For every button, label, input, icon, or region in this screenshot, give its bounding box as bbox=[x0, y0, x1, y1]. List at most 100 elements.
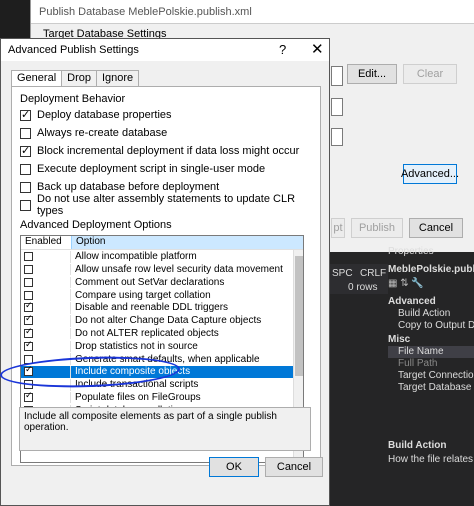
grid-row[interactable]: Populate files on FileGroups bbox=[21, 391, 303, 404]
grid-row[interactable]: Comment out SetVar declarations bbox=[21, 276, 303, 289]
property-row[interactable]: Full Path bbox=[388, 358, 474, 370]
checkbox[interactable] bbox=[24, 340, 33, 351]
property-row[interactable]: File Name bbox=[388, 346, 474, 358]
dialog-titlebar: Advanced Publish Settings ? ✕ bbox=[1, 39, 329, 61]
option-single-user-mode[interactable]: Execute deployment script in single-user… bbox=[20, 161, 265, 177]
property-row[interactable]: Advanced bbox=[388, 296, 474, 308]
tab-ignore[interactable]: Ignore bbox=[95, 70, 140, 86]
option-label: Block incremental deployment if data los… bbox=[37, 145, 300, 157]
cancel-publish-button[interactable]: Cancel bbox=[409, 218, 463, 238]
checkbox[interactable] bbox=[24, 354, 33, 364]
close-icon[interactable]: ✕ bbox=[311, 40, 324, 58]
option-label: Comment out SetVar declarations bbox=[75, 276, 225, 288]
checkbox[interactable] bbox=[24, 314, 33, 326]
grid-header: Enabled Option bbox=[21, 236, 303, 250]
option-deploy-db-properties[interactable]: Deploy database properties bbox=[20, 107, 172, 123]
help-icon[interactable]: ? bbox=[279, 42, 286, 57]
spc-indicator: SPC bbox=[332, 268, 353, 279]
checkbox[interactable] bbox=[24, 290, 33, 300]
visual-studio-background: Properties SPC CRLF 0 rows MeblePolskie.… bbox=[330, 246, 474, 506]
generate-script-button[interactable]: pt bbox=[331, 218, 345, 238]
property-row[interactable]: Target Database Na bbox=[388, 382, 474, 394]
deployment-behavior-label: Deployment Behavior bbox=[20, 93, 126, 105]
enabled-cell bbox=[21, 327, 71, 340]
checkbox[interactable] bbox=[24, 277, 33, 287]
option-label: Execute deployment script in single-user… bbox=[37, 163, 266, 175]
enabled-cell bbox=[21, 289, 71, 301]
edit-button[interactable]: Edit... bbox=[347, 64, 397, 84]
grid-row[interactable]: Include transactional scripts bbox=[21, 379, 303, 391]
database-name-field[interactable] bbox=[331, 98, 343, 116]
checkbox[interactable] bbox=[24, 365, 33, 377]
grid-row[interactable]: Include composite objects bbox=[21, 365, 303, 378]
grid-row[interactable]: Compare using target collation bbox=[21, 289, 303, 301]
ok-button[interactable]: OK bbox=[209, 457, 259, 477]
cancel-button[interactable]: Cancel bbox=[265, 457, 323, 477]
option-no-alter-assembly[interactable]: Do not use alter assembly statements to … bbox=[20, 193, 320, 217]
tab-drop[interactable]: Drop bbox=[61, 70, 97, 86]
grid-row[interactable]: Do not ALTER replicated objects bbox=[21, 327, 303, 340]
option-label: Do not ALTER replicated objects bbox=[75, 328, 219, 340]
option-label: Do not alter Change Data Capture objects bbox=[75, 315, 262, 327]
properties-header: Properties bbox=[388, 246, 434, 257]
dialog-title: Advanced Publish Settings bbox=[8, 44, 139, 56]
option-label: Include transactional scripts bbox=[75, 379, 199, 391]
option-column-header[interactable]: Option bbox=[71, 236, 303, 249]
checkbox[interactable] bbox=[24, 380, 33, 390]
option-label: Disable and reenable DDL triggers bbox=[75, 302, 229, 314]
option-always-recreate-db[interactable]: Always re-create database bbox=[20, 125, 167, 141]
option-label: Generate smart defaults, when applicable bbox=[75, 353, 260, 365]
clear-button[interactable]: Clear bbox=[403, 64, 457, 84]
enabled-cell bbox=[21, 353, 71, 365]
checkbox[interactable] bbox=[20, 199, 31, 211]
checkbox[interactable] bbox=[24, 391, 33, 403]
grid-row[interactable]: Disable and reenable DDL triggers bbox=[21, 301, 303, 314]
option-label: Allow incompatible platform bbox=[75, 251, 197, 263]
enabled-cell bbox=[21, 340, 71, 353]
checkbox[interactable] bbox=[20, 163, 31, 175]
script-name-field[interactable] bbox=[331, 128, 343, 146]
rows-count: 0 rows bbox=[348, 282, 378, 293]
enabled-column-header[interactable]: Enabled bbox=[21, 236, 71, 249]
publish-button[interactable]: Publish bbox=[351, 218, 403, 238]
property-row[interactable]: Build Action bbox=[388, 308, 474, 320]
checkbox[interactable] bbox=[20, 144, 31, 157]
grid-row[interactable]: Allow unsafe row level security data mov… bbox=[21, 263, 303, 276]
grid-row[interactable]: Drop statistics not in source bbox=[21, 340, 303, 353]
property-row[interactable]: Copy to Output Dire bbox=[388, 320, 474, 332]
option-label: Include composite objects bbox=[75, 366, 191, 378]
grid-row[interactable]: Allow incompatible platform bbox=[21, 251, 303, 263]
property-help-text: How the file relates to bbox=[388, 454, 474, 465]
enabled-cell bbox=[21, 263, 71, 276]
option-label: Compare using target collation bbox=[75, 289, 211, 301]
editor-status-strip: SPC CRLF 0 rows bbox=[330, 264, 388, 294]
checkbox[interactable] bbox=[24, 301, 33, 313]
enabled-cell bbox=[21, 365, 71, 378]
checkbox[interactable] bbox=[20, 127, 31, 139]
enabled-cell bbox=[21, 314, 71, 327]
advanced-button[interactable]: Advanced... bbox=[401, 164, 459, 184]
property-help-title: Build Action bbox=[388, 440, 447, 451]
option-block-data-loss[interactable]: Block incremental deployment if data los… bbox=[20, 143, 299, 159]
option-description: Include all composite elements as part o… bbox=[19, 407, 311, 451]
enabled-cell bbox=[21, 276, 71, 289]
checkbox[interactable] bbox=[24, 252, 33, 262]
advanced-options-label: Advanced Deployment Options bbox=[20, 219, 172, 231]
checkbox[interactable] bbox=[24, 265, 33, 275]
option-label: Do not use alter assembly statements to … bbox=[37, 193, 296, 217]
grid-row[interactable]: Do not alter Change Data Capture objects bbox=[21, 314, 303, 327]
checkbox[interactable] bbox=[20, 181, 31, 193]
checkbox[interactable] bbox=[24, 327, 33, 339]
properties-panel: MeblePolskie.publish ▦ ⇅ 🔧 Advanced Buil… bbox=[388, 264, 474, 506]
option-label: Drop statistics not in source bbox=[75, 340, 198, 352]
option-label: Back up database before deployment bbox=[37, 181, 220, 193]
checkbox[interactable] bbox=[20, 108, 31, 121]
option-label: Always re-create database bbox=[37, 127, 168, 139]
enabled-cell bbox=[21, 251, 71, 263]
property-row[interactable]: Misc bbox=[388, 334, 474, 346]
property-row[interactable]: Target Connection S bbox=[388, 370, 474, 382]
tab-general[interactable]: General bbox=[11, 70, 63, 87]
grid-row[interactable]: Generate smart defaults, when applicable bbox=[21, 353, 303, 365]
connection-field[interactable] bbox=[331, 66, 343, 86]
scrollbar-thumb[interactable] bbox=[295, 256, 303, 376]
